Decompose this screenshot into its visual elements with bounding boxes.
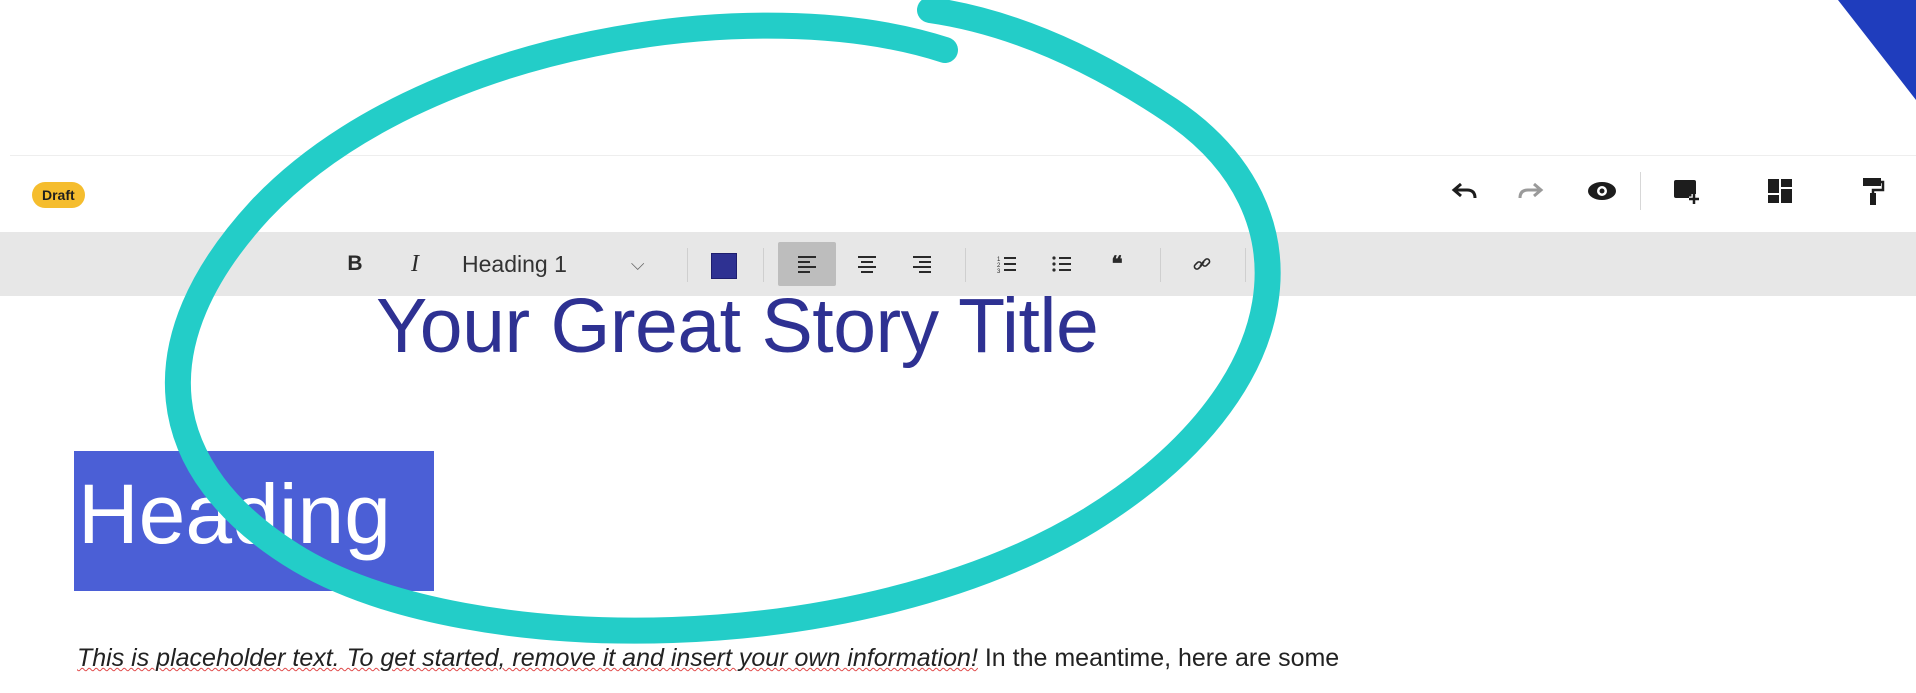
toolbar-separator [1245,248,1246,282]
align-right-button[interactable] [905,242,939,286]
bullet-list-button[interactable] [1045,242,1079,286]
quote-icon: ❝ [1111,252,1123,276]
layout-grid-icon[interactable] [1763,174,1797,208]
toolbar-separator [763,248,764,282]
bold-button[interactable]: B [338,242,372,286]
toolbar-separator [687,248,688,282]
align-center-button[interactable] [850,242,884,286]
svg-text:3: 3 [997,269,1001,273]
draft-status-badge: Draft [32,182,85,208]
divider [10,155,1916,156]
brand-corner [1838,0,1916,100]
add-block-icon[interactable] [1670,174,1704,208]
align-left-button[interactable] [778,242,836,286]
quote-button[interactable]: ❝ [1100,242,1134,286]
redo-icon[interactable] [1513,174,1547,208]
editor-header: Draft [0,160,1916,232]
text-style-value: Heading 1 [462,250,567,277]
placeholder-rest-text: In the meantime, here are some [977,644,1340,672]
align-left-icon [798,256,816,273]
link-button[interactable] [1185,242,1219,286]
ordered-list-button[interactable]: 123 [990,242,1024,286]
header-separator [1640,172,1641,210]
align-right-icon [913,256,931,273]
eye-icon[interactable] [1585,174,1619,208]
undo-icon[interactable] [1448,174,1482,208]
toolbar-separator [965,248,966,282]
paint-roller-icon[interactable] [1856,174,1890,208]
link-icon [1193,258,1211,270]
placeholder-paragraph[interactable]: This is placeholder text. To get started… [77,644,1677,673]
heading-text[interactable]: Heading [78,466,391,563]
ordered-list-icon: 123 [997,257,1016,273]
placeholder-italic-text: This is placeholder text. To get started… [77,644,978,672]
toolbar-separator [1160,248,1161,282]
italic-button[interactable]: I [398,242,432,286]
chevron-down-icon: ⌵ [630,253,645,274]
text-style-select[interactable]: Heading 1 ⌵ [462,242,662,286]
story-title[interactable]: Your Great Story Title [376,282,1099,371]
text-color-swatch[interactable] [711,253,737,279]
bullet-list-icon [1052,256,1071,272]
align-center-icon [858,256,876,273]
